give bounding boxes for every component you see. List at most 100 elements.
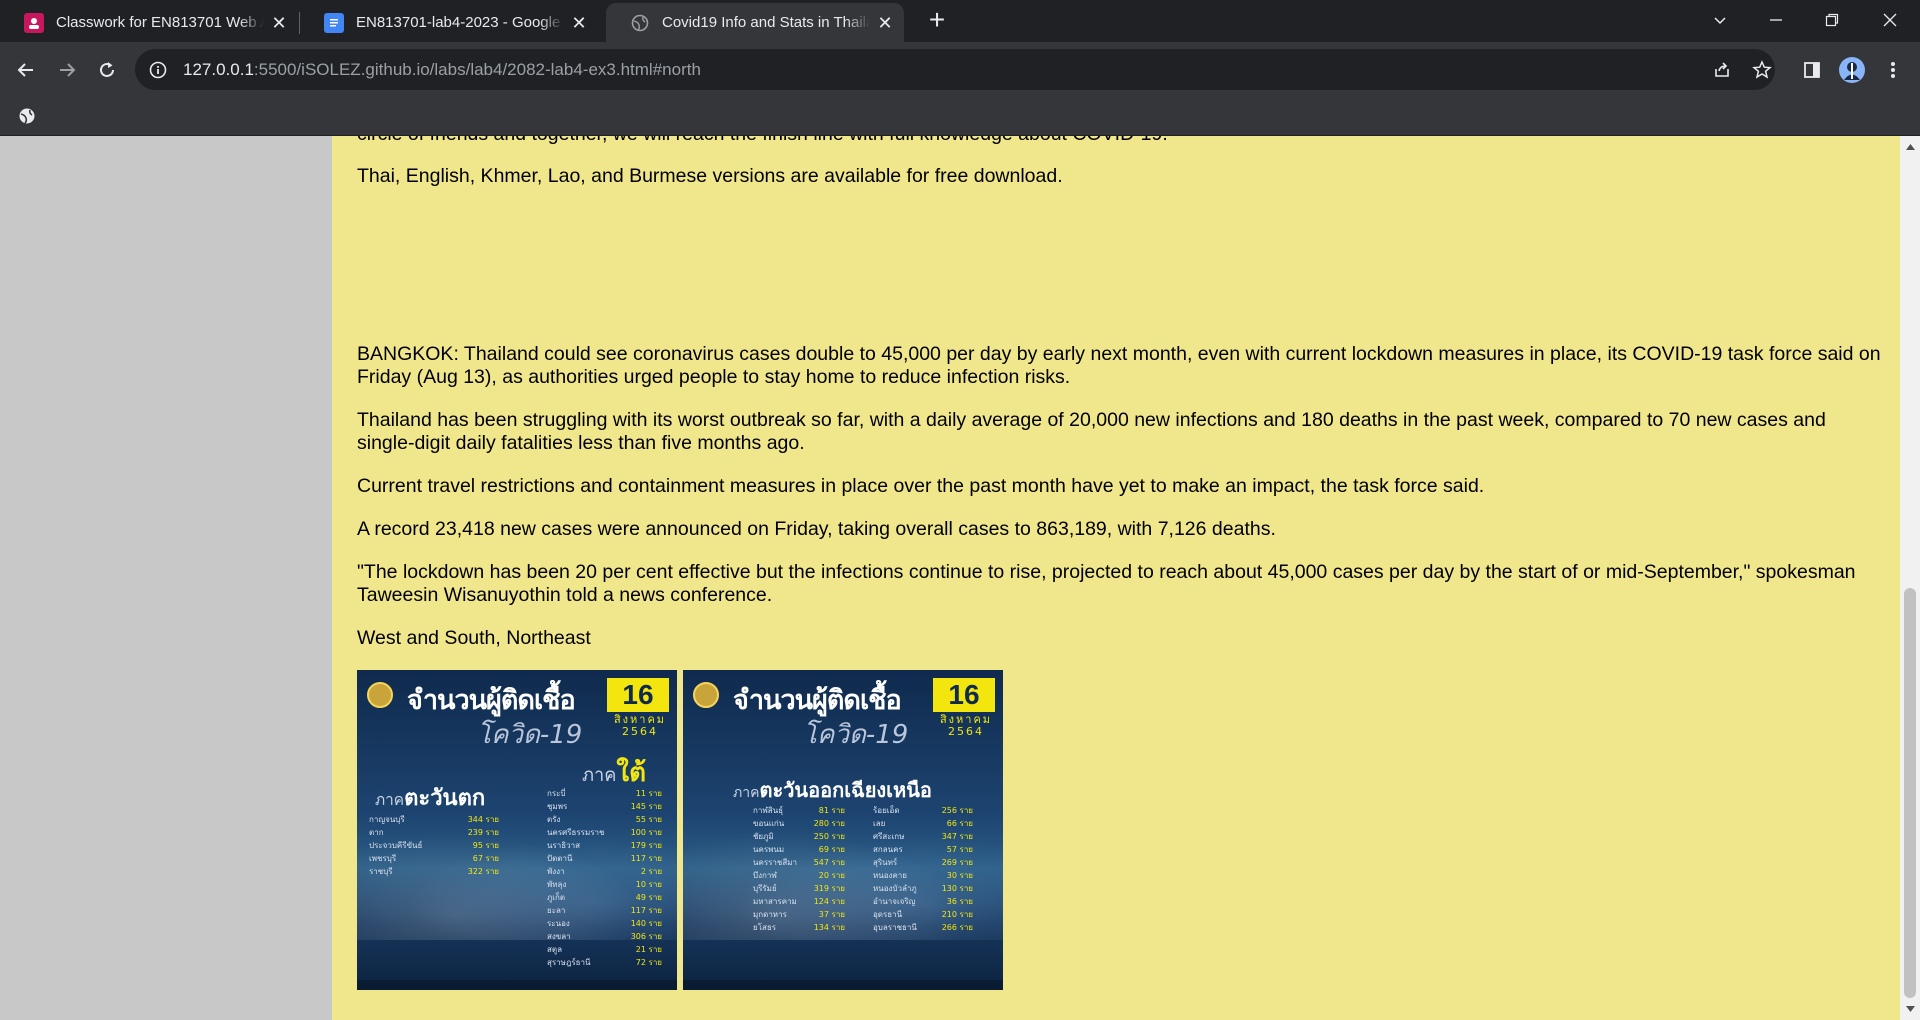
bookmark-star-icon[interactable] bbox=[1746, 54, 1778, 86]
case-count: 256 ราย bbox=[941, 806, 973, 815]
address-bar[interactable]: 127.0.0.1:5500/iSOLEZ.github.io/labs/lab… bbox=[135, 49, 1775, 90]
south-province-list: กระบี่ 11 ราย ชุมพร 145 ราย ตรัง 55 ราย นครศรี… bbox=[547, 787, 662, 969]
scroll-down-arrow-icon[interactable] bbox=[1900, 1002, 1920, 1016]
forward-button[interactable] bbox=[51, 54, 83, 86]
region-west-label: ภาคตะวันตก bbox=[375, 786, 486, 811]
menu-kebab-icon[interactable] bbox=[1877, 54, 1909, 86]
province-name: สกลนคร bbox=[873, 845, 903, 854]
province-row: สกลนคร 57 ราย bbox=[873, 843, 973, 856]
province-row: ยโสธร 134 ราย bbox=[753, 921, 845, 934]
province-row: ศรีสะเกษ 347 ราย bbox=[873, 830, 973, 843]
province-row: ปัตตานี 117 ราย bbox=[547, 852, 662, 865]
case-count: 145 ราย bbox=[630, 802, 662, 811]
case-count: 66 ราย bbox=[946, 819, 973, 828]
province-name: ภูเก็ต bbox=[547, 893, 566, 902]
case-count: 2 ราย bbox=[640, 867, 662, 876]
province-row: กระบี่ 11 ราย bbox=[547, 787, 662, 800]
profile-avatar[interactable] bbox=[1836, 54, 1868, 86]
case-count: 140 ราย bbox=[630, 919, 662, 928]
infographic-northeast: จำนวนผู้ติดเชื้อ โควิด-19 16 สิงหาคม 256… bbox=[683, 670, 1003, 990]
share-icon[interactable] bbox=[1706, 54, 1738, 86]
regions-heading: West and South, Northeast bbox=[357, 627, 591, 649]
case-count: 319 ราย bbox=[813, 884, 845, 893]
case-count: 11 ราย bbox=[635, 789, 662, 798]
province-row: นราธิวาส 179 ราย bbox=[547, 839, 662, 852]
province-row: สุรินทร์ 269 ราย bbox=[873, 856, 973, 869]
case-count: 124 ราย bbox=[813, 897, 845, 906]
news-paragraph: Thailand has been struggling with its wo… bbox=[357, 409, 1826, 454]
vertical-scrollbar[interactable] bbox=[1900, 136, 1920, 1020]
site-info-icon[interactable] bbox=[149, 61, 167, 79]
infographic-footer bbox=[683, 980, 1003, 990]
close-tab-icon[interactable]: ✕ bbox=[876, 14, 894, 32]
province-row: บึงกาฬ 20 ราย bbox=[753, 869, 845, 882]
province-name: ยะลา bbox=[547, 906, 566, 915]
province-row: นครศรีธรรมราช 100 ราย bbox=[547, 826, 662, 839]
case-count: 49 ราย bbox=[635, 893, 662, 902]
province-name: ประจวบคีรีขันธ์ bbox=[369, 841, 423, 850]
minimize-button[interactable] bbox=[1748, 0, 1804, 40]
globe-icon[interactable] bbox=[18, 107, 38, 127]
scroll-up-arrow-icon[interactable] bbox=[1900, 140, 1920, 154]
side-panel-icon[interactable] bbox=[1796, 54, 1828, 86]
province-name: ยโสธร bbox=[753, 923, 777, 932]
province-row: กาฬสินธุ์ 81 ราย bbox=[753, 804, 845, 817]
northeast-province-list-b: ร้อยเอ็ด 256 ราย เลย 66 ราย ศรีสะเกษ 347 รายส… bbox=[873, 804, 973, 934]
infographic-subtitle: โควิด-19 bbox=[477, 720, 583, 750]
tab-title: EN813701-lab4-2023 - Google D bbox=[356, 14, 564, 31]
province-row: ราชบุรี 322 ราย bbox=[369, 865, 499, 878]
case-count: 57 ราย bbox=[946, 845, 973, 854]
province-row: หนองคาย 30 ราย bbox=[873, 869, 973, 882]
province-name: มหาสารคาม bbox=[753, 897, 797, 906]
case-count: 250 ราย bbox=[813, 832, 845, 841]
case-count: 72 ราย bbox=[635, 958, 662, 967]
tab-covid19-info[interactable]: Covid19 Info and Stats in Thailan ✕ bbox=[606, 3, 904, 42]
url-host: 127.0.0.1 bbox=[183, 59, 254, 79]
scrollbar-thumb[interactable] bbox=[1904, 588, 1916, 998]
case-count: 210 ราย bbox=[941, 910, 973, 919]
province-name: นราธิวาส bbox=[547, 841, 581, 850]
close-tab-icon[interactable]: ✕ bbox=[570, 14, 588, 32]
tab-classwork[interactable]: Classwork for EN813701 Web Ap ✕ bbox=[0, 3, 298, 42]
case-count: 95 ราย bbox=[472, 841, 499, 850]
case-count: 81 ราย bbox=[818, 806, 845, 815]
google-classroom-icon bbox=[24, 12, 44, 33]
case-count: 347 ราย bbox=[941, 832, 973, 841]
news-paragraph: "The lockdown has been 20 per cent effec… bbox=[357, 561, 1856, 606]
infographic-west-south: จำนวนผู้ติดเชื้อ โควิด-19 16 สิงหาคม 256… bbox=[357, 670, 677, 990]
province-name: เพชรบุรี bbox=[369, 854, 397, 863]
back-button[interactable] bbox=[10, 54, 42, 86]
new-tab-button[interactable]: + bbox=[922, 6, 952, 36]
province-name: อุบลราชธานี bbox=[873, 923, 917, 932]
versions-note: Thai, English, Khmer, Lao, and Burmese v… bbox=[357, 165, 1063, 187]
globe-icon bbox=[630, 13, 650, 33]
province-row: อุดรธานี 210 ราย bbox=[873, 908, 973, 921]
reload-button[interactable] bbox=[91, 54, 123, 86]
news-paragraph: Current travel restrictions and containm… bbox=[357, 475, 1485, 497]
case-count: 130 ราย bbox=[941, 884, 973, 893]
province-name: นครพนม bbox=[753, 845, 785, 854]
province-name: ปัตตานี bbox=[547, 854, 573, 863]
province-row: ตรัง 55 ราย bbox=[547, 813, 662, 826]
region-northeast-label: ภาคตะวันออกเฉียงเหนือ bbox=[733, 778, 932, 802]
province-row: สงขลา 306 ราย bbox=[547, 930, 662, 943]
infographic-footer bbox=[357, 980, 677, 990]
province-row: สตูล 21 ราย bbox=[547, 943, 662, 956]
close-window-button[interactable] bbox=[1862, 0, 1918, 40]
case-count: 280 ราย bbox=[813, 819, 845, 828]
province-name: พังงา bbox=[547, 867, 565, 876]
government-seal-icon bbox=[367, 682, 393, 708]
case-count: 117 ราย bbox=[630, 854, 662, 863]
province-name: สตูล bbox=[547, 945, 562, 954]
province-row: กาญจนบุรี 344 ราย bbox=[369, 813, 499, 826]
province-name: ราชบุรี bbox=[369, 867, 393, 876]
close-tab-icon[interactable]: ✕ bbox=[270, 14, 288, 32]
case-count: 20 ราย bbox=[818, 871, 845, 880]
restore-button[interactable] bbox=[1804, 0, 1860, 40]
province-name: หนองบัวลำภู bbox=[873, 884, 917, 893]
tab-search-chevron-icon[interactable] bbox=[1692, 0, 1748, 40]
tab-google-docs[interactable]: EN813701-lab4-2023 - Google D ✕ bbox=[300, 3, 598, 42]
partial-paragraph: circle of friends and together, we will … bbox=[357, 136, 1168, 146]
province-name: หนองคาย bbox=[873, 871, 907, 880]
province-name: ขอนแก่น bbox=[753, 819, 785, 828]
